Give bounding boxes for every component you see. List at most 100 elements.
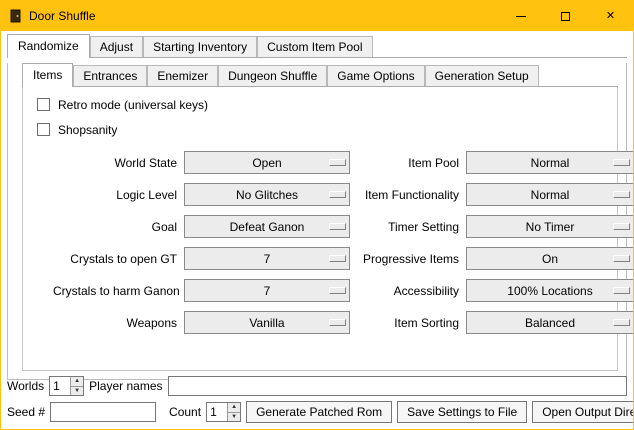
dropdown-indicator-icon bbox=[613, 159, 630, 166]
dropdown-indicator-icon bbox=[329, 159, 346, 166]
count-spinner[interactable]: 1 ▲ ▼ bbox=[206, 402, 241, 422]
crystals-ganon-value: 7 bbox=[264, 284, 271, 298]
save-settings-button[interactable]: Save Settings to File bbox=[397, 401, 527, 423]
tab-game-options[interactable]: Game Options bbox=[327, 65, 424, 86]
maximize-icon bbox=[561, 12, 570, 21]
tab-custom-item-pool[interactable]: Custom Item Pool bbox=[257, 36, 372, 57]
window-title: Door Shuffle bbox=[29, 9, 96, 23]
timer-setting-dropdown[interactable]: No Timer bbox=[466, 215, 634, 238]
weapons-dropdown[interactable]: Vanilla bbox=[184, 311, 350, 334]
maximize-button[interactable] bbox=[543, 1, 588, 31]
world-state-value: Open bbox=[252, 156, 281, 170]
worlds-spinner[interactable]: 1 ▲ ▼ bbox=[49, 376, 84, 396]
app-icon bbox=[10, 9, 22, 23]
dropdown-indicator-icon bbox=[613, 255, 630, 262]
world-state-label: World State bbox=[53, 156, 177, 170]
crystals-ganon-dropdown[interactable]: 7 bbox=[184, 279, 350, 302]
minimize-button[interactable] bbox=[498, 1, 543, 31]
item-pool-value: Normal bbox=[531, 156, 570, 170]
dropdown-indicator-icon bbox=[329, 287, 346, 294]
world-state-dropdown[interactable]: Open bbox=[184, 151, 350, 174]
timer-setting-value: No Timer bbox=[526, 220, 575, 234]
item-pool-dropdown[interactable]: Normal bbox=[466, 151, 634, 174]
retro-mode-checkbox[interactable] bbox=[37, 98, 50, 111]
tab-generation-setup[interactable]: Generation Setup bbox=[425, 65, 539, 86]
accessibility-dropdown[interactable]: 100% Locations bbox=[466, 279, 634, 302]
player-names-input[interactable] bbox=[168, 376, 628, 396]
item-functionality-dropdown[interactable]: Normal bbox=[466, 183, 634, 206]
accessibility-value: 100% Locations bbox=[507, 284, 592, 298]
worlds-spinner-arrows: ▲ ▼ bbox=[70, 377, 83, 395]
timer-setting-label: Timer Setting bbox=[357, 220, 459, 234]
tab-randomize[interactable]: Randomize bbox=[7, 34, 90, 58]
dropdown-indicator-icon bbox=[613, 319, 630, 326]
player-names-label: Player names bbox=[89, 379, 162, 393]
worlds-label: Worlds bbox=[7, 379, 44, 393]
shopsanity-checkbox[interactable] bbox=[37, 123, 50, 136]
item-sorting-label: Item Sorting bbox=[357, 316, 459, 330]
dropdown-indicator-icon bbox=[329, 223, 346, 230]
dropdown-indicator-icon bbox=[613, 191, 630, 198]
crystals-gt-dropdown[interactable]: 7 bbox=[184, 247, 350, 270]
item-sorting-dropdown[interactable]: Balanced bbox=[466, 311, 634, 334]
seed-row: Seed # Count 1 ▲ ▼ Generate Patched Rom … bbox=[7, 401, 627, 423]
item-functionality-value: Normal bbox=[531, 188, 570, 202]
seed-label: Seed # bbox=[7, 405, 45, 419]
tab-entrances[interactable]: Entrances bbox=[73, 65, 147, 86]
logic-level-label: Logic Level bbox=[53, 188, 177, 202]
close-button[interactable]: ✕ bbox=[588, 1, 633, 31]
crystals-gt-value: 7 bbox=[264, 252, 271, 266]
dropdown-indicator-icon bbox=[613, 223, 630, 230]
tab-items[interactable]: Items bbox=[22, 63, 73, 87]
options-grid: World State Open Item Pool Normal Logic … bbox=[53, 151, 617, 334]
tab-starting-inventory[interactable]: Starting Inventory bbox=[143, 36, 257, 57]
tab-enemizer[interactable]: Enemizer bbox=[147, 65, 218, 86]
dropdown-indicator-icon bbox=[329, 255, 346, 262]
weapons-value: Vanilla bbox=[249, 316, 284, 330]
spin-up-icon[interactable]: ▲ bbox=[71, 377, 83, 386]
shopsanity-label: Shopsanity bbox=[58, 123, 117, 137]
minimize-icon bbox=[516, 16, 526, 17]
dropdown-indicator-icon bbox=[329, 191, 346, 198]
caption-buttons: ✕ bbox=[498, 1, 633, 31]
item-functionality-label: Item Functionality bbox=[357, 188, 459, 202]
dropdown-indicator-icon bbox=[329, 319, 346, 326]
tab-dungeon-shuffle[interactable]: Dungeon Shuffle bbox=[218, 65, 327, 86]
spin-down-icon[interactable]: ▼ bbox=[228, 412, 240, 422]
count-label: Count bbox=[169, 405, 201, 419]
progressive-items-value: On bbox=[542, 252, 558, 266]
item-pool-label: Item Pool bbox=[357, 156, 459, 170]
logic-level-value: No Glitches bbox=[236, 188, 298, 202]
items-pane: Retro mode (universal keys) Shopsanity W… bbox=[22, 87, 618, 371]
crystals-gt-label: Crystals to open GT bbox=[53, 252, 177, 266]
close-icon: ✕ bbox=[606, 11, 615, 22]
goal-value: Defeat Ganon bbox=[230, 220, 305, 234]
spin-up-icon[interactable]: ▲ bbox=[228, 403, 240, 412]
dropdown-indicator-icon bbox=[613, 287, 630, 294]
count-spinner-arrows: ▲ ▼ bbox=[227, 403, 240, 421]
retro-mode-row: Retro mode (universal keys) bbox=[37, 97, 617, 112]
goal-dropdown[interactable]: Defeat Ganon bbox=[184, 215, 350, 238]
progressive-items-label: Progressive Items bbox=[357, 252, 459, 266]
spin-down-icon[interactable]: ▼ bbox=[71, 386, 83, 396]
randomize-pane: Items Entrances Enemizer Dungeon Shuffle… bbox=[7, 63, 627, 380]
item-sorting-value: Balanced bbox=[525, 316, 575, 330]
open-output-directory-button[interactable]: Open Output Directory bbox=[532, 401, 634, 423]
worlds-value: 1 bbox=[50, 377, 70, 395]
progressive-items-dropdown[interactable]: On bbox=[466, 247, 634, 270]
outer-tab-bar: Randomize Adjust Starting Inventory Cust… bbox=[7, 34, 627, 58]
bottom-bar: Worlds 1 ▲ ▼ Player names Seed # Count 1… bbox=[7, 376, 627, 423]
seed-input[interactable] bbox=[50, 402, 156, 422]
app-window: Door Shuffle ✕ Randomize Adjust Starting… bbox=[0, 0, 634, 430]
shopsanity-row: Shopsanity bbox=[37, 122, 617, 137]
retro-mode-label: Retro mode (universal keys) bbox=[58, 98, 208, 112]
titlebar[interactable]: Door Shuffle ✕ bbox=[1, 1, 633, 31]
right-button-group: Save Settings to File Open Output Direct… bbox=[397, 401, 634, 423]
count-value: 1 bbox=[207, 403, 227, 421]
inner-tab-bar: Items Entrances Enemizer Dungeon Shuffle… bbox=[22, 63, 618, 87]
tab-adjust[interactable]: Adjust bbox=[90, 36, 143, 57]
worlds-row: Worlds 1 ▲ ▼ Player names bbox=[7, 376, 627, 396]
logic-level-dropdown[interactable]: No Glitches bbox=[184, 183, 350, 206]
generate-patched-rom-button[interactable]: Generate Patched Rom bbox=[246, 401, 392, 423]
crystals-ganon-label: Crystals to harm Ganon bbox=[53, 284, 177, 298]
